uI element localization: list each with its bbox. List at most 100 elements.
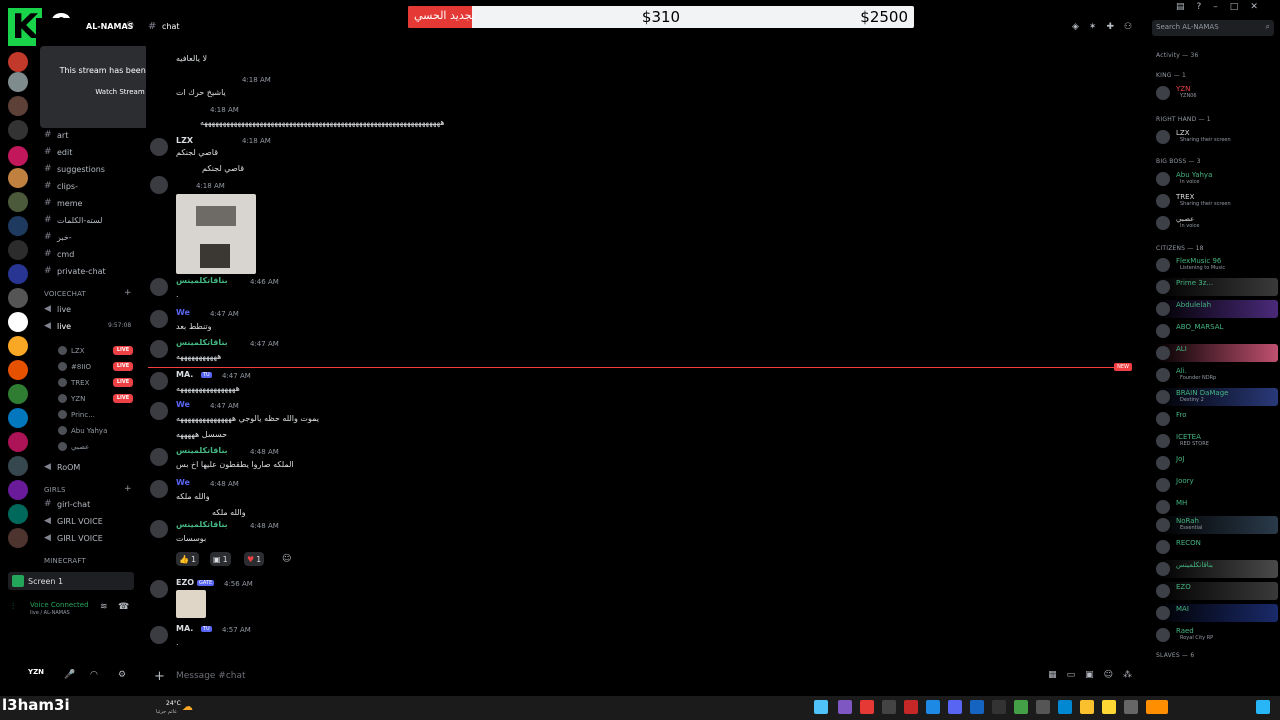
server-icon[interactable] [8, 384, 28, 404]
taskbar-app-icon[interactable] [1058, 700, 1072, 714]
member-item[interactable]: بناقاتكلمينس [1156, 560, 1278, 578]
server-icon[interactable] [8, 408, 28, 428]
sticker-icon[interactable]: ▣ [1085, 670, 1094, 680]
member-list-icon[interactable]: ⚇ [1124, 22, 1132, 32]
voice-channel-room[interactable]: ◀ RoOM [44, 460, 80, 474]
server-icon[interactable] [8, 52, 28, 72]
taskbar-app-icon[interactable] [1102, 700, 1116, 714]
reply-preview[interactable]: والله ملكه [212, 508, 246, 517]
message-author[interactable]: بناقاتكلمينس [176, 338, 228, 347]
member-item[interactable]: LZX Sharing their screen [1156, 128, 1278, 146]
taskbar-app-icon[interactable] [1124, 700, 1138, 714]
server-icon[interactable] [8, 72, 28, 92]
member-item[interactable]: FlexMusic 96 Listening to Music [1156, 256, 1278, 274]
voice-member[interactable]: TREX [58, 376, 89, 389]
member-item[interactable]: Prime 3z... [1156, 278, 1278, 296]
avatar[interactable] [150, 278, 168, 296]
notification-icon[interactable]: ✶ [1089, 22, 1097, 32]
channel-item[interactable]: # art [44, 128, 68, 142]
taskbar-app-icon[interactable] [904, 700, 918, 714]
screen-share-bar[interactable]: Screen 1 [8, 572, 134, 590]
channel-item[interactable]: # girl-chat [44, 497, 90, 511]
attach-plus-icon[interactable]: + [154, 669, 165, 684]
category-voicechat[interactable]: VOICECHAT [44, 290, 86, 298]
taskbar-app-icon[interactable] [882, 700, 896, 714]
member-item[interactable]: Raed Royal City RP [1156, 626, 1278, 644]
server-icon[interactable] [8, 360, 28, 380]
voice-member[interactable]: YZN [58, 392, 85, 405]
channel-item[interactable]: # خبر- [44, 230, 72, 244]
voice-channel-live-active[interactable]: ◀ live [44, 319, 71, 333]
channel-item[interactable]: # cmd [44, 247, 74, 261]
member-item[interactable]: Fro [1156, 410, 1278, 428]
voice-member[interactable]: عصبي [58, 440, 89, 453]
message-author[interactable]: بناقاتكلمينس [176, 446, 228, 455]
server-icon[interactable] [8, 288, 28, 308]
search-input[interactable]: Search AL-NAMAS ⌕ [1152, 20, 1274, 36]
taskbar-app-icon[interactable] [1146, 700, 1168, 714]
message-author[interactable]: We [176, 308, 190, 317]
member-item[interactable]: BRAIN DaMage Destiny 2 [1156, 388, 1278, 406]
member-item[interactable]: ABO_MARSAL [1156, 322, 1278, 340]
server-icon[interactable] [8, 480, 28, 500]
voice-member[interactable]: Abu Yahya [58, 424, 107, 437]
disconnect-icon[interactable]: ☎ [118, 602, 129, 612]
channel-item[interactable]: # suggestions [44, 162, 105, 176]
member-item[interactable]: JoJ [1156, 454, 1278, 472]
member-item[interactable]: Abu Yahya In voice [1156, 170, 1278, 188]
member-item[interactable]: TREX Sharing their screen [1156, 192, 1278, 210]
help-icon[interactable]: ? [1197, 2, 1202, 16]
server-icon[interactable] [8, 120, 28, 140]
server-icon[interactable] [8, 216, 28, 236]
taskbar-app-icon[interactable] [838, 700, 852, 714]
message-author[interactable]: EZO [176, 578, 194, 587]
server-icon[interactable] [8, 96, 28, 116]
reaction-heart[interactable]: ♥ 1 [244, 552, 265, 566]
mic-icon[interactable]: 🎤 [64, 670, 75, 680]
member-item[interactable]: ALI [1156, 344, 1278, 362]
server-icon[interactable] [8, 240, 28, 260]
category-girls[interactable]: GIRLS [44, 486, 66, 494]
channel-item[interactable]: # private-chat [44, 264, 106, 278]
member-item[interactable]: ICETEA RED STORE [1156, 432, 1278, 450]
activity-header[interactable]: Activity — 36 [1156, 52, 1199, 59]
server-icon[interactable] [8, 192, 28, 212]
server-icon[interactable] [8, 312, 28, 332]
avatar[interactable] [150, 480, 168, 498]
taskbar-app-icon[interactable] [948, 700, 962, 714]
member-item[interactable]: عصبي In voice [1156, 214, 1278, 232]
member-item[interactable]: NoRah Essential [1156, 516, 1278, 534]
taskbar-app-icon[interactable] [814, 700, 828, 714]
voice-channel[interactable]: ◀ GIRL VOICE [44, 514, 103, 528]
member-item[interactable]: Joory [1156, 476, 1278, 494]
emoji-icon[interactable]: ☺ [1104, 670, 1113, 680]
taskbar-app-icon[interactable] [1036, 700, 1050, 714]
avatar[interactable] [150, 626, 168, 644]
threads-icon[interactable]: ◈ [1072, 22, 1079, 32]
member-item[interactable]: EZO [1156, 582, 1278, 600]
avatar[interactable] [150, 448, 168, 466]
attachment-image[interactable] [176, 194, 256, 274]
message-author[interactable]: MA. [176, 624, 193, 633]
gift-icon[interactable]: ▦ [1048, 670, 1057, 680]
attachment-image[interactable] [176, 590, 206, 618]
inbox-icon[interactable]: ▤ [1176, 2, 1185, 16]
server-icon[interactable] [8, 528, 28, 548]
avatar[interactable] [150, 310, 168, 328]
taskbar-app-icon[interactable] [970, 700, 984, 714]
avatar[interactable] [150, 340, 168, 358]
avatar[interactable] [150, 580, 168, 598]
taskbar-app-icon[interactable] [860, 700, 874, 714]
avatar[interactable] [150, 520, 168, 538]
gif-icon[interactable]: ▭ [1067, 670, 1076, 680]
member-item[interactable]: Ali. Founder NDRp [1156, 366, 1278, 384]
members-toggle-icon[interactable]: ⚇ [126, 21, 134, 31]
member-item[interactable]: MH [1156, 498, 1278, 516]
message-composer[interactable]: + Message #chat ▦ ▭ ▣ ☺ ⁂ [146, 666, 1146, 688]
channel-item[interactable]: # لسته-الكلمات [44, 213, 102, 227]
weather-icon[interactable]: ☁ [182, 700, 193, 713]
message-author[interactable]: بناقاتكلمينس [176, 520, 228, 529]
message-author[interactable]: We [176, 400, 190, 409]
avatar[interactable] [150, 138, 168, 156]
voice-channel-live[interactable]: ◀ live [44, 302, 71, 316]
